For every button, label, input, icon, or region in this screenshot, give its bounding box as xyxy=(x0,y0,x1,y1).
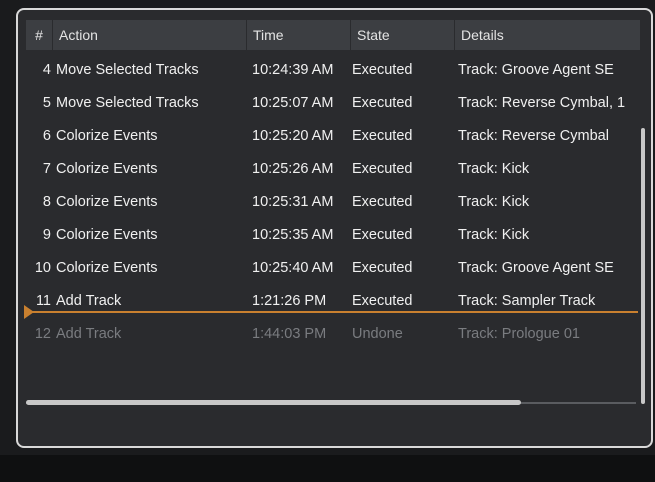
row-state: Executed xyxy=(352,95,413,111)
row-action: Add Track xyxy=(56,293,122,309)
row-state: Executed xyxy=(352,161,413,177)
history-row[interactable]: 6 Colorize Events 10:25:20 AM Executed T… xyxy=(26,120,640,153)
row-time: 10:25:26 AM xyxy=(252,161,334,177)
row-details: Track: Kick xyxy=(458,161,530,177)
row-action: Add Track xyxy=(56,326,122,342)
history-row[interactable]: 7 Colorize Events 10:25:26 AM Executed T… xyxy=(26,153,640,186)
row-time: 10:25:20 AM xyxy=(252,128,334,144)
dialog-footer xyxy=(0,455,655,482)
row-action: Colorize Events xyxy=(56,227,158,243)
row-number: 12 xyxy=(34,326,51,342)
row-number: 5 xyxy=(42,95,51,111)
row-state: Executed xyxy=(352,260,413,276)
column-header-state[interactable]: State xyxy=(350,20,454,50)
column-header-action[interactable]: Action xyxy=(52,20,246,50)
row-details: Track: Reverse Cymbal xyxy=(458,128,609,144)
row-time: 10:24:39 AM xyxy=(252,62,334,78)
history-row[interactable]: 10 Colorize Events 10:25:40 AM Executed … xyxy=(26,252,640,285)
horizontal-scrollbar-thumb[interactable] xyxy=(26,400,521,405)
row-details: Track: Reverse Cymbal, 1 xyxy=(458,95,626,111)
column-header-number[interactable]: # xyxy=(26,20,52,50)
row-state: Executed xyxy=(352,293,413,309)
row-number: 6 xyxy=(42,128,51,144)
row-time: 10:25:31 AM xyxy=(252,194,334,210)
row-state: Executed xyxy=(352,128,413,144)
row-details: Track: Sampler Track xyxy=(458,293,596,309)
row-action: Colorize Events xyxy=(56,128,158,144)
row-number: 8 xyxy=(42,194,51,210)
history-list-panel: # Action Time State Details 4 Move Selec… xyxy=(16,8,653,448)
row-details: Track: Kick xyxy=(458,227,530,243)
row-number: 4 xyxy=(42,62,51,78)
row-action: Colorize Events xyxy=(56,194,158,210)
row-number: 9 xyxy=(42,227,51,243)
row-state: Executed xyxy=(352,194,413,210)
undo-position-line[interactable] xyxy=(26,311,638,313)
row-state: Executed xyxy=(352,227,413,243)
row-action: Move Selected Tracks xyxy=(56,95,199,111)
row-number: 7 xyxy=(42,161,51,177)
history-row[interactable]: 8 Colorize Events 10:25:31 AM Executed T… xyxy=(26,186,640,219)
row-details: Track: Groove Agent SE xyxy=(458,260,614,276)
history-row[interactable]: 11 Add Track 1:21:26 PM Executed Track: … xyxy=(26,285,640,318)
row-time: 10:25:40 AM xyxy=(252,260,334,276)
row-state: Executed xyxy=(352,62,413,78)
row-action: Colorize Events xyxy=(56,260,158,276)
row-number: 10 xyxy=(34,260,51,276)
row-time: 10:25:35 AM xyxy=(252,227,334,243)
row-time: 1:44:03 PM xyxy=(252,326,327,342)
row-state: Undone xyxy=(352,326,403,342)
undo-position-marker-icon[interactable] xyxy=(24,305,34,319)
history-row[interactable]: 9 Colorize Events 10:25:35 AM Executed T… xyxy=(26,219,640,252)
row-action: Move Selected Tracks xyxy=(56,62,199,78)
row-time: 1:21:26 PM xyxy=(252,293,327,309)
vertical-scrollbar-thumb[interactable] xyxy=(641,128,645,404)
column-header-row: # Action Time State Details xyxy=(26,20,640,50)
history-row[interactable]: 4 Move Selected Tracks 10:24:39 AM Execu… xyxy=(26,54,640,87)
history-row[interactable]: 5 Move Selected Tracks 10:25:07 AM Execu… xyxy=(26,87,640,120)
history-row-undone[interactable]: 12 Add Track 1:44:03 PM Undone Track: Pr… xyxy=(26,318,640,351)
row-details: Track: Groove Agent SE xyxy=(458,62,614,78)
history-rows: 4 Move Selected Tracks 10:24:39 AM Execu… xyxy=(26,54,640,351)
row-action: Colorize Events xyxy=(56,161,158,177)
column-header-time[interactable]: Time xyxy=(246,20,350,50)
column-header-details[interactable]: Details xyxy=(454,20,640,50)
row-details: Track: Prologue 01 xyxy=(458,326,580,342)
row-details: Track: Kick xyxy=(458,194,530,210)
row-time: 10:25:07 AM xyxy=(252,95,334,111)
